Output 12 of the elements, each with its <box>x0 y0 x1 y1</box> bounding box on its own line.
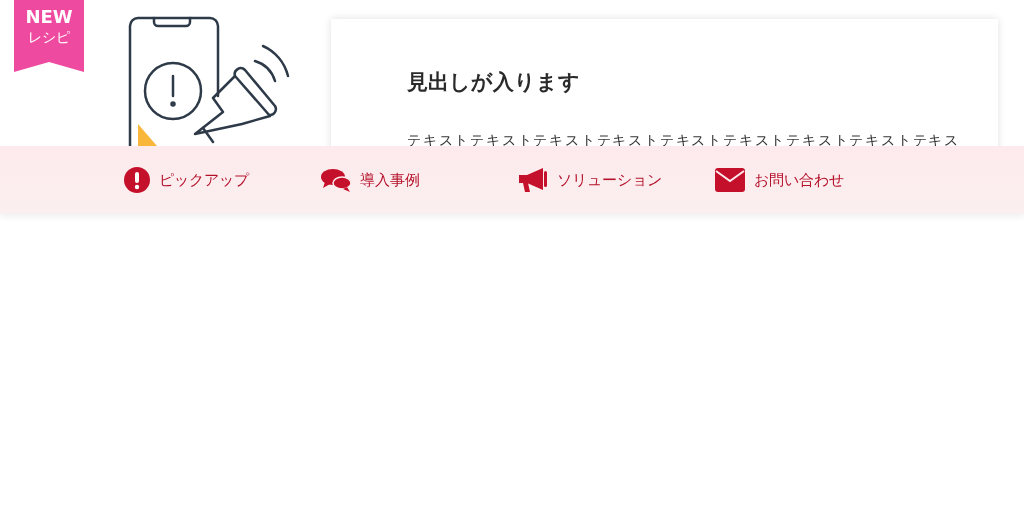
card-heading: 見出しが入ります <box>407 69 581 96</box>
ribbon-subtitle: レシピ <box>28 28 70 46</box>
mail-icon <box>715 168 745 192</box>
exclamation-icon <box>124 167 150 193</box>
ribbon-title: NEW <box>25 6 73 28</box>
nav-link[interactable]: ソリューション <box>518 167 715 193</box>
nav-link[interactable]: ピックアップ <box>124 167 321 193</box>
chat-bubbles-icon <box>321 168 351 192</box>
nav-link[interactable]: 導入事例 <box>321 168 518 192</box>
megaphone-icon <box>518 167 548 193</box>
nav-link[interactable]: お問い合わせ <box>715 168 912 192</box>
card-text: テキストテキストテキストテキストテキストテキストテキストテキストテキス <box>407 131 961 146</box>
